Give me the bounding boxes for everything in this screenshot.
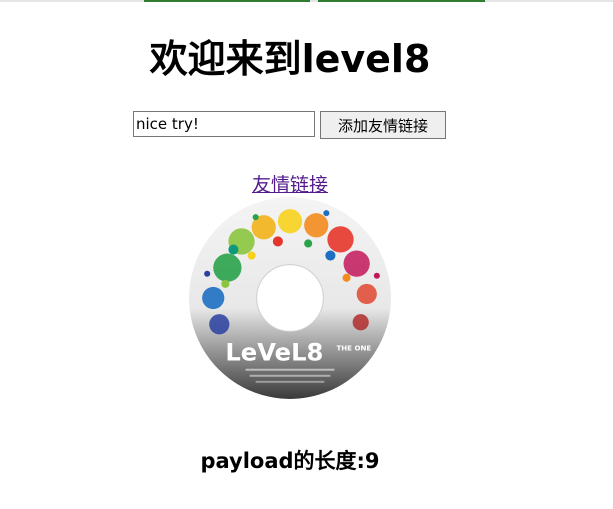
keyword-input[interactable] bbox=[133, 111, 315, 137]
level8-disc-image: LeVeL8 THE ONE bbox=[189, 197, 391, 399]
top-bar-segment-left bbox=[144, 0, 310, 2]
disc-logo-subtext: THE ONE bbox=[336, 344, 371, 353]
disc-logo-text: LeVeL8 bbox=[225, 338, 323, 367]
add-link-button[interactable]: 添加友情链接 bbox=[320, 111, 446, 139]
friend-link[interactable]: 友情链接 bbox=[0, 170, 580, 197]
payload-length-text: payload的长度:9 bbox=[200, 449, 380, 474]
top-progress-bar bbox=[0, 0, 613, 2]
top-bar-segment-right bbox=[318, 0, 485, 2]
page-title: 欢迎来到level8 bbox=[149, 37, 431, 81]
